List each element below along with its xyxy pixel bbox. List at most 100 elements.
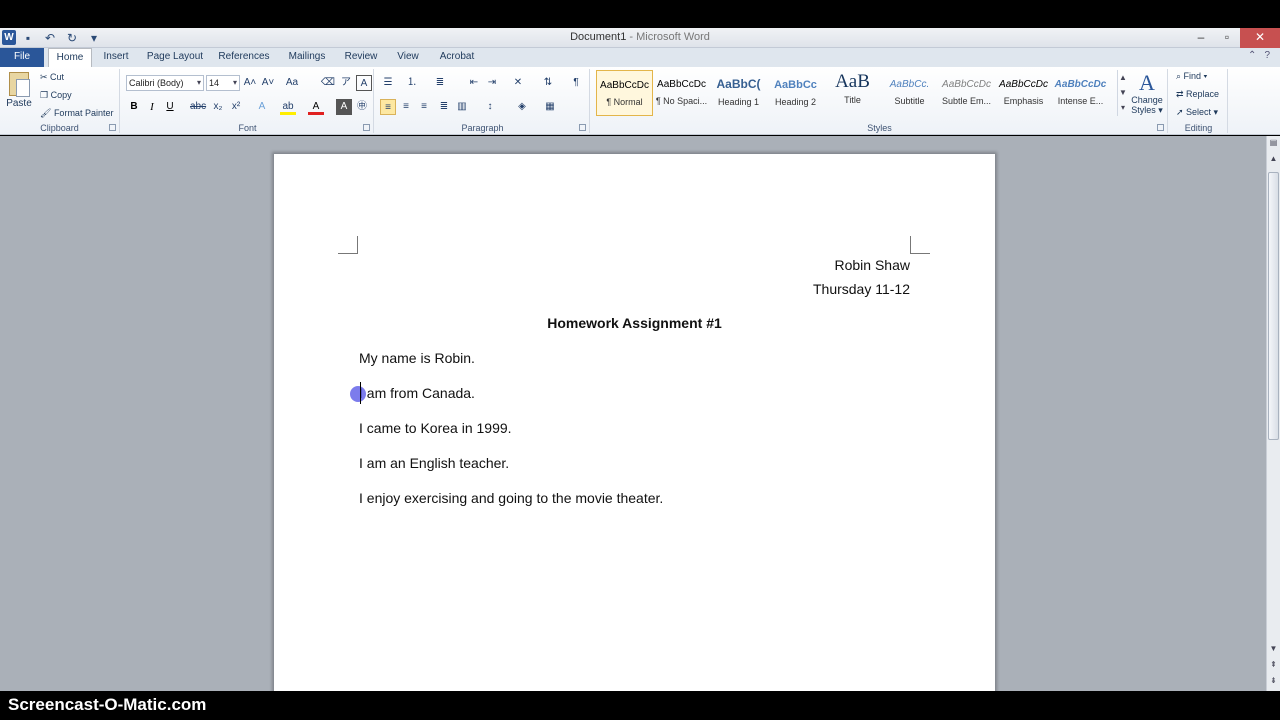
scroll-down-icon[interactable]: ▼ xyxy=(1267,642,1280,656)
font-size-select[interactable]: 14 xyxy=(206,75,240,91)
text-effects-icon[interactable]: A xyxy=(254,99,270,115)
close-icon[interactable]: ✕ xyxy=(1240,28,1280,48)
select-button[interactable]: ➚ Select ▾ xyxy=(1176,104,1218,120)
scroll-thumb[interactable] xyxy=(1268,172,1279,440)
tab-view[interactable]: View xyxy=(390,48,426,67)
style-subtle-emphasis[interactable]: AaBbCcDc Subtle Em... xyxy=(938,70,995,116)
align-right-icon[interactable]: ≡ xyxy=(416,99,432,115)
decrease-indent-icon[interactable]: ⇤ xyxy=(466,75,482,91)
body-line[interactable]: I came to Korea in 1999. xyxy=(359,420,512,436)
help-icon[interactable]: ? xyxy=(1264,50,1270,61)
sort-icon[interactable]: ⇅ xyxy=(540,75,556,91)
grow-font-icon[interactable]: A˄ xyxy=(242,75,258,91)
character-shading-icon[interactable]: A xyxy=(336,99,352,115)
scroll-up-icon[interactable]: ▲ xyxy=(1267,152,1280,166)
margin-corner-top-right xyxy=(910,236,930,254)
align-left-icon[interactable]: ≡ xyxy=(380,99,396,115)
shading-icon[interactable]: ◈ xyxy=(514,99,530,115)
style-intense-emphasis[interactable]: AaBbCcDc Intense E... xyxy=(1052,70,1109,116)
borders-icon[interactable]: ▦ xyxy=(542,99,558,115)
style-title[interactable]: AaB Title xyxy=(824,70,881,116)
bold-icon[interactable]: B xyxy=(126,99,142,115)
tab-acrobat[interactable]: Acrobat xyxy=(434,48,480,67)
maximize-icon[interactable]: ▫ xyxy=(1214,28,1240,48)
distributed-icon[interactable]: ▥ xyxy=(454,99,470,115)
body-line[interactable]: My name is Robin. xyxy=(359,350,475,366)
styles-launcher-icon[interactable] xyxy=(1157,124,1164,131)
style-preview: AaBbCcDc xyxy=(600,80,649,91)
change-case-icon[interactable]: Aa xyxy=(284,75,300,91)
show-marks-icon[interactable]: ¶ xyxy=(568,75,584,91)
font-name-select[interactable]: Calibri (Body) xyxy=(126,75,204,91)
replace-icon: ⇄ xyxy=(1176,89,1187,99)
change-styles-button[interactable]: A Change Styles ▾ xyxy=(1130,71,1164,116)
superscript-icon[interactable]: x² xyxy=(228,99,244,115)
style-subtitle[interactable]: AaBbCc. Subtitle xyxy=(881,70,938,116)
numbering-icon[interactable]: ⒈ xyxy=(404,75,420,91)
tab-file[interactable]: File xyxy=(0,48,44,67)
cut-button[interactable]: ✂ Cut xyxy=(40,69,64,85)
style-normal[interactable]: AaBbCcDc ¶ Normal xyxy=(596,70,653,116)
tab-page-layout[interactable]: Page Layout xyxy=(142,48,208,67)
author-line[interactable]: Robin Shaw xyxy=(835,257,911,273)
tab-mailings[interactable]: Mailings xyxy=(280,48,334,67)
minimize-ribbon-icon[interactable]: ⌃ xyxy=(1248,50,1256,61)
recording-bar: Screencast-O-Matic.com xyxy=(0,691,1280,720)
styles-group-label: Styles xyxy=(867,123,892,133)
styles-gallery-scroll[interactable]: ▲ ▼ ▾ xyxy=(1117,70,1128,116)
chevron-down-icon[interactable]: ▼ xyxy=(1118,85,1128,100)
body-line[interactable]: I am from Canada. xyxy=(359,385,475,401)
style-no-spacing[interactable]: AaBbCcDc ¶ No Spaci... xyxy=(653,70,710,116)
strikethrough-icon[interactable]: abc xyxy=(190,99,206,115)
ruler-toggle-icon[interactable]: ▤ xyxy=(1267,136,1280,150)
body-line[interactable]: I enjoy exercising and going to the movi… xyxy=(359,490,663,506)
style-preview: AaBbCc xyxy=(774,79,817,91)
asian-layout-icon[interactable]: ✕ xyxy=(510,75,526,91)
paste-button[interactable]: Paste xyxy=(4,71,34,119)
vertical-scrollbar[interactable]: ▤ ▲ ▼ ⇞ ⇟ xyxy=(1266,136,1280,691)
minimize-icon[interactable]: – xyxy=(1188,28,1214,48)
font-color-icon[interactable]: A xyxy=(308,99,324,115)
next-page-icon[interactable]: ⇟ xyxy=(1267,674,1280,688)
tab-references[interactable]: References xyxy=(214,48,274,67)
align-center-icon[interactable]: ≡ xyxy=(398,99,414,115)
line-spacing-icon[interactable]: ↕ xyxy=(482,99,498,115)
phonetic-guide-icon[interactable]: ア xyxy=(338,75,354,91)
replace-button[interactable]: ⇄ Replace xyxy=(1176,86,1219,102)
tab-home[interactable]: Home xyxy=(48,48,92,67)
find-button[interactable]: ⌕ Find ▾ xyxy=(1176,68,1207,84)
body-line[interactable]: I am an English teacher. xyxy=(359,455,509,471)
style-emphasis[interactable]: AaBbCcDc Emphasis xyxy=(995,70,1052,116)
multilevel-list-icon[interactable]: ≣ xyxy=(432,75,448,91)
subscript-icon[interactable]: x₂ xyxy=(210,99,226,115)
style-label: Heading 2 xyxy=(774,97,817,107)
justify-icon[interactable]: ≣ xyxy=(436,99,452,115)
style-preview: AaBbC( xyxy=(716,77,761,91)
format-painter-button[interactable]: 🖌 Format Painter xyxy=(40,105,113,121)
previous-page-icon[interactable]: ⇞ xyxy=(1267,658,1280,672)
underline-icon[interactable]: U xyxy=(162,99,178,115)
document-heading[interactable]: Homework Assignment #1 xyxy=(274,315,995,331)
paragraph-launcher-icon[interactable] xyxy=(579,124,586,131)
tab-insert[interactable]: Insert xyxy=(96,48,136,67)
style-heading-1[interactable]: AaBbC( Heading 1 xyxy=(710,70,767,116)
clipboard-launcher-icon[interactable] xyxy=(109,124,116,131)
clipboard-group: Paste ✂ Cut ❐ Copy 🖌 Format Painter Clip… xyxy=(0,69,120,133)
increase-indent-icon[interactable]: ⇥ xyxy=(484,75,500,91)
shrink-font-icon[interactable]: A˅ xyxy=(260,75,276,91)
character-border-icon[interactable]: A xyxy=(356,75,372,91)
tab-review[interactable]: Review xyxy=(340,48,382,67)
bullets-icon[interactable]: ☰ xyxy=(380,75,396,91)
font-launcher-icon[interactable] xyxy=(363,124,370,131)
copy-button[interactable]: ❐ Copy xyxy=(40,87,72,103)
style-label: Heading 1 xyxy=(717,97,760,107)
style-heading-2[interactable]: AaBbCc Heading 2 xyxy=(767,70,824,116)
document-page[interactable]: Robin Shaw Thursday 11-12 Homework Assig… xyxy=(274,154,995,714)
clear-formatting-icon[interactable]: ⌫ xyxy=(320,75,336,91)
class-time-line[interactable]: Thursday 11-12 xyxy=(813,281,910,297)
highlight-icon[interactable]: ab xyxy=(280,99,296,115)
chevron-up-icon[interactable]: ▲ xyxy=(1118,70,1128,85)
italic-icon[interactable]: I xyxy=(144,99,160,115)
enclose-characters-icon[interactable]: ㊥ xyxy=(354,99,370,115)
more-styles-icon[interactable]: ▾ xyxy=(1118,100,1128,115)
